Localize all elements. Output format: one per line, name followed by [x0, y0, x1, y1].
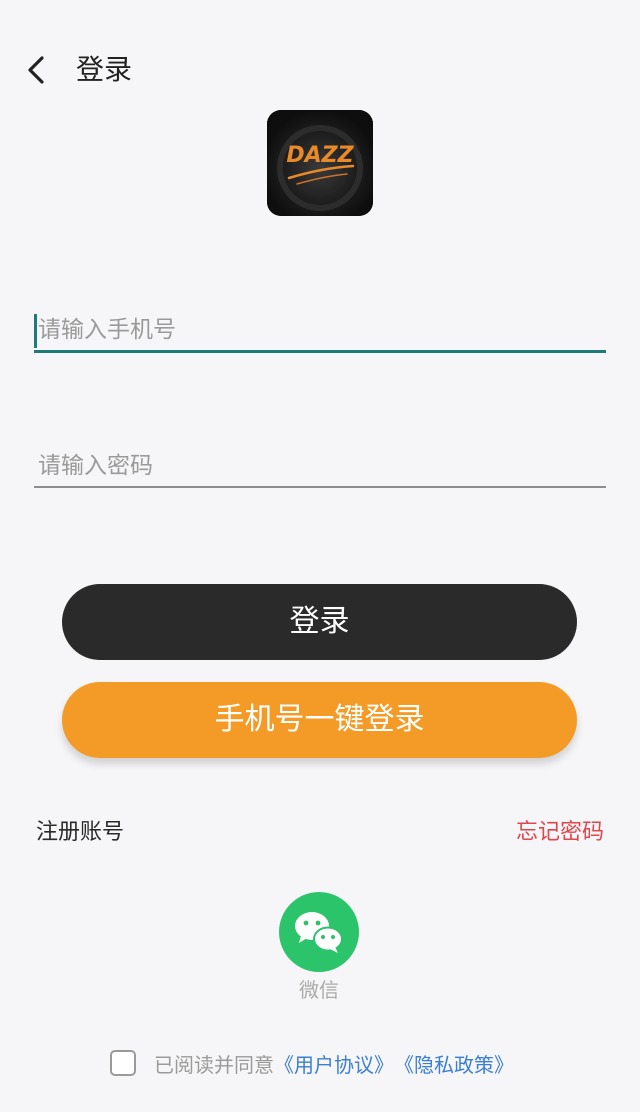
privacy-policy-link[interactable]: 《隐私政策》 — [394, 1049, 514, 1078]
svg-text:DAZZ: DAZZ — [286, 143, 354, 168]
quick-login-button[interactable]: 手机号一键登录 — [62, 682, 577, 758]
wechat-label: 微信 — [299, 978, 339, 1002]
agreement-prefix: 已阅读并同意 — [154, 1052, 274, 1077]
wechat-icon — [279, 892, 359, 972]
user-agreement-link[interactable]: 《用户协议》 — [274, 1049, 394, 1078]
text-caret — [34, 314, 37, 348]
back-arrow-icon — [28, 56, 44, 84]
forgot-password-link[interactable]: 忘记密码 — [516, 814, 604, 846]
app-logo: DAZZ — [267, 110, 373, 216]
agreement-checkbox[interactable] — [110, 1050, 136, 1076]
phone-input[interactable] — [34, 310, 606, 350]
password-input[interactable] — [34, 446, 606, 486]
page-title: 登录 — [76, 53, 133, 86]
back-button[interactable] — [18, 50, 58, 90]
phone-field — [34, 310, 606, 353]
header-bar: 登录 — [0, 40, 640, 100]
wechat-login-button[interactable]: 微信 — [279, 892, 359, 1003]
register-link[interactable]: 注册账号 — [36, 814, 124, 846]
login-button[interactable]: 登录 — [62, 584, 577, 660]
agreement-row: 已阅读并同意 《用户协议》 《隐私政策》 — [110, 1048, 514, 1078]
password-field — [34, 446, 606, 488]
